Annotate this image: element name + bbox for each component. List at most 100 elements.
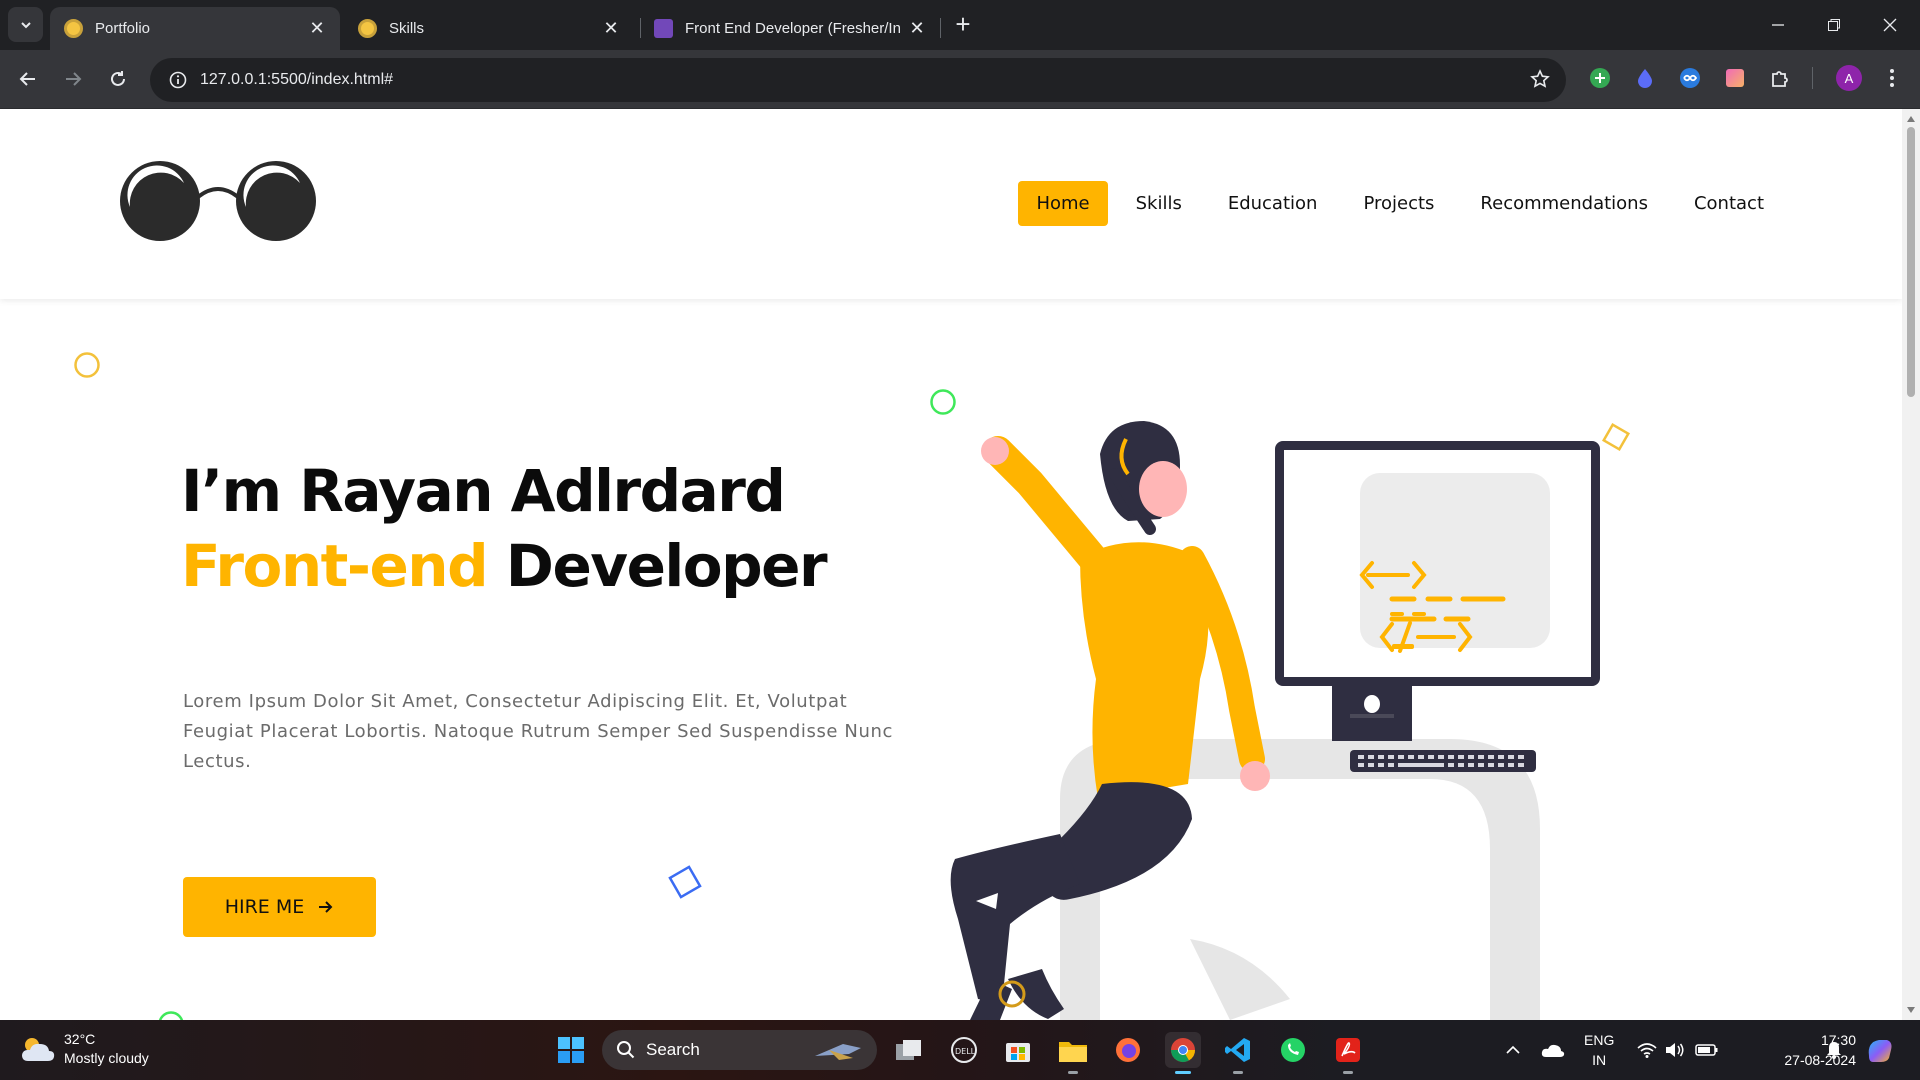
forward-button[interactable] [56, 62, 90, 96]
onedrive-cloud-icon[interactable] [1538, 1020, 1568, 1080]
nav-recommendations[interactable]: Recommendations [1462, 181, 1666, 226]
show-hidden-icons-button[interactable] [1500, 1020, 1526, 1080]
site-header: Home Skills Education Projects Recommend… [0, 109, 1902, 299]
language-code: ENG [1584, 1032, 1615, 1048]
extension-gradient-icon[interactable] [1723, 66, 1747, 90]
close-window-button[interactable] [1862, 0, 1918, 50]
vscode-icon[interactable] [1220, 1032, 1256, 1074]
search-label: Search [646, 1040, 700, 1059]
scrollbar-thumb[interactable] [1907, 127, 1915, 397]
wifi-icon[interactable] [1636, 1020, 1658, 1080]
tab-search-button[interactable] [8, 7, 43, 42]
nav-home[interactable]: Home [1018, 181, 1108, 226]
toolbar-divider [1812, 67, 1813, 89]
arrow-right-icon [319, 901, 333, 913]
firefox-icon[interactable] [1110, 1032, 1146, 1068]
nav-contact[interactable]: Contact [1676, 181, 1782, 226]
hero-role-accent: Front-end [181, 532, 489, 600]
minimize-icon [1772, 24, 1784, 26]
tab-label: Front End Developer (Fresher/In [685, 20, 900, 37]
nav-skills[interactable]: Skills [1118, 181, 1200, 226]
scroll-down-arrow-icon[interactable] [1907, 1007, 1915, 1013]
running-indicator [1343, 1071, 1353, 1074]
back-button[interactable] [11, 62, 45, 96]
close-tab-icon[interactable]: ✕ [602, 18, 620, 39]
nav-education[interactable]: Education [1210, 181, 1336, 226]
chevron-down-icon [20, 21, 31, 28]
chrome-taskbar-icon[interactable] [1165, 1032, 1201, 1074]
tab-portfolio[interactable]: Portfolio ✕ [50, 7, 340, 50]
decor-square-blue [668, 865, 702, 899]
hero-role-rest: Developer [487, 532, 828, 600]
extension-drop-icon[interactable] [1633, 66, 1657, 90]
windows-logo-icon [558, 1037, 584, 1063]
new-tab-button[interactable]: + [948, 10, 978, 40]
reload-icon [111, 71, 125, 86]
tab-skills[interactable]: Skills ✕ [344, 7, 634, 50]
bookmark-star-icon[interactable] [1530, 69, 1550, 94]
hire-me-button[interactable]: HIRE ME [183, 877, 376, 937]
running-indicator [1233, 1071, 1243, 1074]
hero-description: Lorem Ipsum Dolor Sit Amet, Consectetur … [183, 691, 894, 772]
menu-kebab-icon[interactable] [1880, 66, 1904, 90]
microsoft-store-icon[interactable] [1000, 1032, 1036, 1068]
arrow-left-icon [19, 72, 35, 86]
decor-circle-yellow [74, 352, 100, 378]
forms-favicon-icon [654, 19, 673, 38]
restore-button[interactable] [1806, 0, 1862, 50]
region-code: IN [1592, 1052, 1607, 1068]
profile-avatar[interactable]: A [1836, 65, 1862, 91]
hero-name-line: I’m Rayan Adlrdard [181, 457, 786, 525]
start-button[interactable] [553, 1032, 589, 1068]
extension-infinity-icon[interactable] [1678, 66, 1702, 90]
nav-projects[interactable]: Projects [1345, 181, 1452, 226]
tab-separator [940, 18, 941, 38]
tab-label: Skills [389, 20, 425, 37]
decor-circle-green-bottom [158, 1011, 184, 1020]
close-tab-icon[interactable]: ✕ [908, 18, 926, 39]
hire-me-label: HIRE ME [224, 896, 305, 918]
restore-icon [1828, 19, 1840, 31]
system-clock[interactable]: 17:30 27-08-2024 [1784, 1030, 1856, 1070]
dell-app-icon[interactable]: DELL [946, 1032, 982, 1068]
copilot-icon[interactable] [1862, 1020, 1898, 1080]
battery-icon[interactable] [1694, 1020, 1720, 1080]
weather-widget[interactable]: 32°C Mostly cloudy [20, 1030, 149, 1068]
hero-title: I’m Rayan Adlrdard Front-end Developer [181, 454, 828, 604]
chevron-up-icon [1506, 1045, 1520, 1054]
address-bar[interactable]: 127.0.0.1:5500/index.html# [150, 58, 1566, 102]
close-tab-icon[interactable]: ✕ [308, 18, 326, 39]
site-info-icon[interactable] [158, 71, 198, 89]
weather-temp: 32°C [64, 1031, 96, 1047]
glasses-logo-icon [120, 161, 316, 241]
volume-icon[interactable] [1664, 1020, 1686, 1080]
search-icon [617, 1041, 635, 1059]
close-icon [1883, 18, 1897, 32]
glasses-logo[interactable] [120, 159, 316, 248]
taskbar-search[interactable]: Search [602, 1030, 877, 1070]
site-nav: Home Skills Education Projects Recommend… [1018, 181, 1782, 226]
tab-job-posting[interactable]: Front End Developer (Fresher/In ✕ [640, 7, 940, 50]
extensions-puzzle-icon[interactable] [1768, 66, 1792, 90]
extension-plus-icon[interactable] [1588, 66, 1612, 90]
minimize-button[interactable] [1750, 0, 1806, 50]
file-explorer-icon[interactable] [1055, 1032, 1091, 1074]
scroll-up-arrow-icon[interactable] [1907, 116, 1915, 122]
reload-button[interactable] [101, 62, 135, 96]
tab-label: Portfolio [95, 20, 151, 37]
acrobat-icon[interactable] [1330, 1032, 1366, 1074]
whatsapp-icon[interactable] [1275, 1032, 1311, 1068]
clock-date: 27-08-2024 [1784, 1052, 1856, 1068]
notification-bell-icon[interactable] [1824, 1020, 1844, 1080]
developer-illustration [950, 421, 1600, 1020]
page-scrollbar[interactable] [1902, 109, 1920, 1020]
arrow-right-icon [66, 72, 82, 86]
skills-favicon-icon [358, 19, 377, 38]
input-language[interactable]: ENG IN [1584, 1030, 1614, 1070]
active-indicator [1175, 1071, 1191, 1074]
tab-strip: Portfolio ✕ Skills ✕ Front End Developer… [0, 0, 1920, 50]
task-view-icon[interactable] [891, 1032, 927, 1068]
url-text[interactable]: 127.0.0.1:5500/index.html# [200, 71, 393, 89]
running-indicator [1068, 1071, 1078, 1074]
clock-time: 17:30 [1820, 1032, 1856, 1048]
